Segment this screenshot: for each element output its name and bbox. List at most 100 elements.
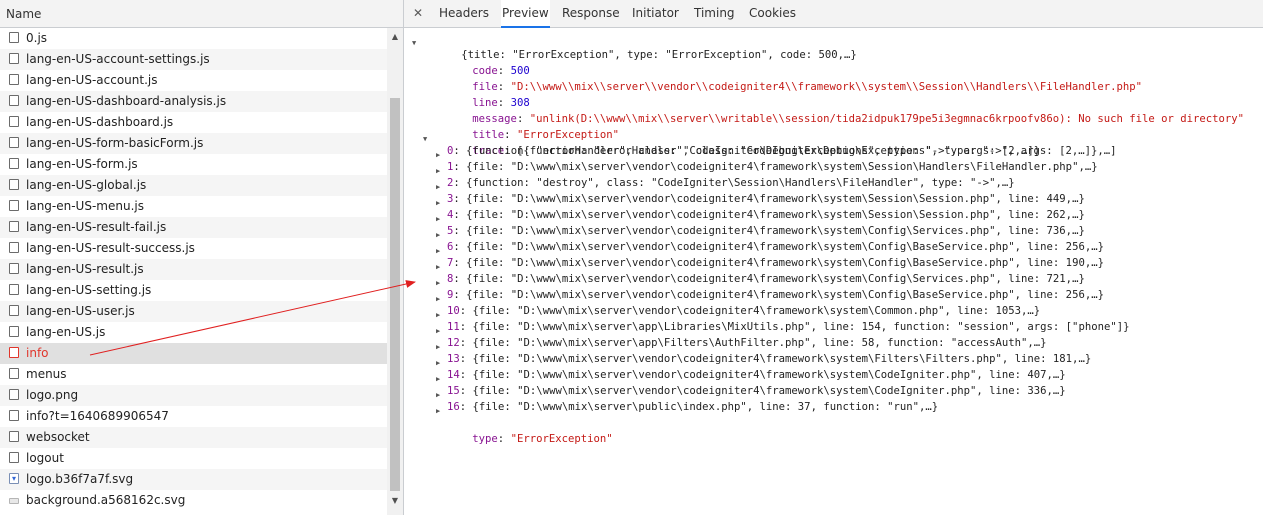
trace-item[interactable]: ▶ 16: {file: "D:\www\mix\server\public\in… xyxy=(436,399,938,415)
request-list-scrollbar[interactable]: ▲ ▼ xyxy=(387,28,403,515)
file-icon xyxy=(9,221,19,232)
trace-item[interactable]: ▶ 0: {function: "errorHandler", class: "C… xyxy=(436,143,1040,159)
request-name: lang-en-US-dashboard-analysis.js xyxy=(26,94,227,108)
request-row[interactable]: lang-en-US-dashboard.js xyxy=(0,112,387,133)
request-name: lang-en-US-form.js xyxy=(26,157,138,171)
trace-summary: {file: "D:\www\mix\server\vendor\codeign… xyxy=(472,305,1041,317)
scroll-up-icon[interactable]: ▲ xyxy=(387,30,403,44)
request-name: lang-en-US-result.js xyxy=(26,262,144,276)
request-row[interactable]: info xyxy=(0,343,387,364)
tab-response[interactable]: Response xyxy=(561,0,621,27)
request-row[interactable]: ▾ logo.b36f7a7f.svg xyxy=(0,469,387,490)
svg-file-icon: ▾ xyxy=(9,473,19,484)
request-row[interactable]: lang-en-US-user.js xyxy=(0,301,387,322)
expand-triangle-icon[interactable]: ▼ xyxy=(412,35,416,51)
request-name: lang-en-US-user.js xyxy=(26,304,135,318)
trace-item[interactable]: ▶ 15: {file: "D:\www\mix\server\vendor\co… xyxy=(436,383,1066,399)
file-icon xyxy=(9,347,19,358)
property-title: title: "ErrorException" xyxy=(472,129,619,141)
name-column-header[interactable]: Name xyxy=(0,0,403,28)
trace-item[interactable]: ▶ 6: {file: "D:\www\mix\server\vendor\cod… xyxy=(436,239,1104,255)
request-row[interactable]: lang-en-US-form.js xyxy=(0,154,387,175)
trace-item[interactable]: ▶ 11: {file: "D:\www\mix\server\app\Libra… xyxy=(436,319,1129,335)
request-row[interactable]: lang-en-US-account-settings.js xyxy=(0,49,387,70)
request-row[interactable]: lang-en-US-dashboard-analysis.js xyxy=(0,91,387,112)
trace-item[interactable]: ▶ 10: {file: "D:\www\mix\server\vendor\co… xyxy=(436,303,1040,319)
trace-item[interactable]: ▶ 2: {function: "destroy", class: "CodeIg… xyxy=(436,175,1015,191)
request-name: lang-en-US-global.js xyxy=(26,178,147,192)
request-name: lang-en-US-menu.js xyxy=(26,199,144,213)
request-list-panel: Name 0.js lang-en-US-account-settings.js l… xyxy=(0,0,404,515)
trace-item[interactable]: ▶ 5: {file: "D:\www\mix\server\vendor\cod… xyxy=(436,223,1085,239)
request-name: logout xyxy=(26,451,64,465)
trace-item[interactable]: ▶ 3: {file: "D:\www\mix\server\vendor\cod… xyxy=(436,191,1085,207)
root-object-node[interactable]: ▼ {title: "ErrorException", type: "ErrorE… xyxy=(412,31,857,61)
request-row[interactable]: background.a568162c.svg xyxy=(0,490,387,511)
trace-summary: {file: "D:\www\mix\server\vendor\codeign… xyxy=(466,289,1104,301)
property-code: code: 500 xyxy=(472,65,530,77)
trace-item[interactable]: ▶ 4: {file: "D:\www\mix\server\vendor\cod… xyxy=(436,207,1085,223)
trace-item[interactable]: ▶ 12: {file: "D:\www\mix\server\app\Filte… xyxy=(436,335,1047,351)
file-icon xyxy=(9,137,19,148)
request-row[interactable]: logo.png xyxy=(0,385,387,406)
property-type: type: "ErrorException" xyxy=(472,433,613,445)
request-name: lang-en-US-result-success.js xyxy=(26,241,195,255)
request-row[interactable]: lang-en-US-account.js xyxy=(0,70,387,91)
request-row[interactable]: lang-en-US-result.js xyxy=(0,259,387,280)
file-icon xyxy=(9,74,19,85)
request-name: logo.png xyxy=(26,388,79,402)
request-name: lang-en-US-result-fail.js xyxy=(26,220,167,234)
trace-index: 16 xyxy=(447,401,460,413)
request-row[interactable]: lang-en-US-menu.js xyxy=(0,196,387,217)
request-name: menus xyxy=(26,367,67,381)
request-row[interactable]: lang-en-US-form-basicForm.js xyxy=(0,133,387,154)
request-row[interactable]: lang-en-US.js xyxy=(0,322,387,343)
request-row[interactable]: menus xyxy=(0,364,387,385)
tab-initiator[interactable]: Initiator xyxy=(631,0,680,27)
file-icon xyxy=(9,53,19,64)
request-row[interactable]: lang-en-US-result-fail.js xyxy=(0,217,387,238)
file-icon xyxy=(9,389,19,400)
trace-item[interactable]: ▶ 13: {file: "D:\www\mix\server\vendor\co… xyxy=(436,351,1091,367)
property-message: message: "unlink(D:\\www\\mix\\server\\w… xyxy=(472,113,1245,125)
file-icon xyxy=(9,284,19,295)
trace-summary: {function: "destroy", class: "CodeIgnite… xyxy=(466,177,1015,189)
trace-item[interactable]: ▶ 8: {file: "D:\www\mix\server\vendor\cod… xyxy=(436,271,1085,287)
request-row[interactable]: lang-en-US-setting.js xyxy=(0,280,387,301)
property-value: "ErrorException" xyxy=(510,433,613,445)
tab-cookies[interactable]: Cookies xyxy=(748,0,797,27)
trace-summary: {file: "D:\www\mix\server\vendor\codeign… xyxy=(466,273,1085,285)
tab-headers[interactable]: Headers xyxy=(438,0,490,27)
property-value: "D:\\www\\mix\\server\\vendor\\codeignit… xyxy=(510,81,1142,93)
trace-item[interactable]: ▶ 14: {file: "D:\www\mix\server\vendor\co… xyxy=(436,367,1066,383)
close-icon[interactable]: ✕ xyxy=(410,0,426,27)
trace-item[interactable]: ▶ 9: {file: "D:\www\mix\server\vendor\cod… xyxy=(436,287,1104,303)
request-row[interactable]: 0.js xyxy=(0,28,387,49)
request-row[interactable]: websocket xyxy=(0,427,387,448)
request-row[interactable]: lang-en-US-global.js xyxy=(0,175,387,196)
request-name: 0.js xyxy=(26,31,48,45)
file-icon xyxy=(9,368,19,379)
trace-summary: {file: "D:\www\mix\server\vendor\codeign… xyxy=(466,193,1085,205)
request-row[interactable]: lang-en-US-result-success.js xyxy=(0,238,387,259)
scroll-down-icon[interactable]: ▼ xyxy=(387,494,403,508)
request-row[interactable]: info?t=1640689906547 xyxy=(0,406,387,427)
details-panel: ✕ Headers Preview Response Initiator Tim… xyxy=(404,0,1263,515)
trace-summary: {function: "errorHandler", class: "CodeI… xyxy=(466,145,1041,157)
tab-timing[interactable]: Timing xyxy=(693,0,736,27)
request-row[interactable]: logout xyxy=(0,448,387,469)
property-trace[interactable]: ▼ trace: [{function: "errorHandler", clas… xyxy=(423,127,1116,157)
request-name: lang-en-US-dashboard.js xyxy=(26,115,174,129)
trace-item[interactable]: ▶ 1: {file: "D:\www\mix\server\vendor\cod… xyxy=(436,159,1098,175)
file-icon xyxy=(9,158,19,169)
scrollbar-thumb[interactable] xyxy=(390,98,400,491)
tab-preview[interactable]: Preview xyxy=(501,0,550,28)
trace-summary: {file: "D:\www\mix\server\vendor\codeign… xyxy=(466,225,1085,237)
trace-index: 13 xyxy=(447,353,460,365)
trace-item[interactable]: ▶ 7: {file: "D:\www\mix\server\vendor\cod… xyxy=(436,255,1104,271)
request-name: lang-en-US-account.js xyxy=(26,73,158,87)
expand-triangle-icon[interactable]: ▼ xyxy=(423,131,427,147)
trace-index: 15 xyxy=(447,385,460,397)
file-icon xyxy=(9,431,19,442)
trace-index: 11 xyxy=(447,321,460,333)
